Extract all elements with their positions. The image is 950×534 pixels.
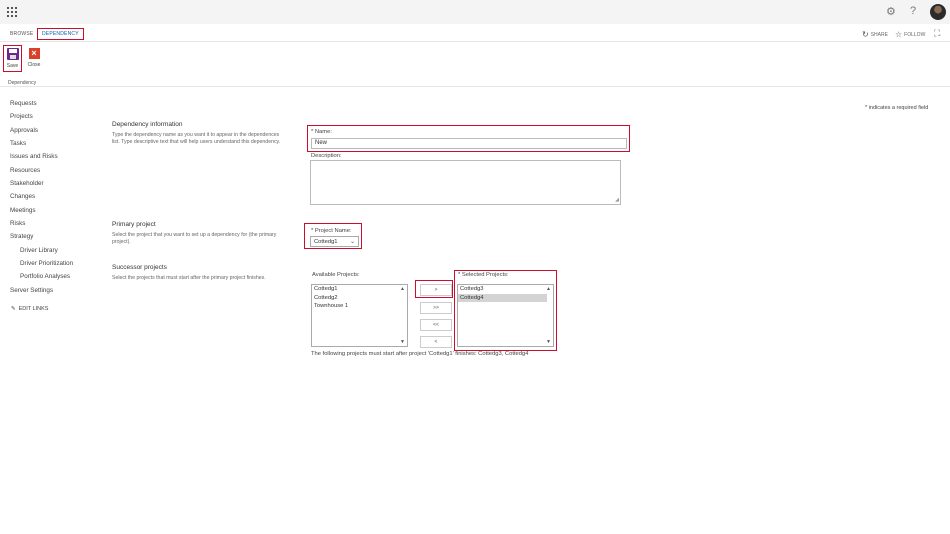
- selected-projects-list[interactable]: Cottedg3 Cottedg4 ▲ ▼: [457, 284, 554, 347]
- suite-bar: ⚙ ?: [0, 0, 950, 24]
- nav-item-risks[interactable]: Risks: [10, 219, 73, 232]
- project-name-value: Cottedg1: [314, 238, 338, 245]
- list-item-selected[interactable]: Cottedg4: [458, 293, 547, 302]
- nav-item-issues-and-risks[interactable]: Issues and Risks: [10, 152, 73, 165]
- selected-projects-label: * Selected Projects:: [458, 272, 509, 278]
- follow-label: FOLLOW: [904, 31, 926, 38]
- primary-project-title: Primary project: [112, 221, 156, 228]
- save-icon: [6, 48, 19, 60]
- edit-links[interactable]: ✎ EDIT LINKS: [11, 306, 48, 312]
- left-nav: Requests Projects Approvals Tasks Issues…: [10, 99, 73, 299]
- scroll-up-icon[interactable]: ▲: [400, 286, 405, 292]
- focus-content-icon[interactable]: ⛶: [934, 28, 940, 39]
- ribbon-tabs: BROWSE DEPENDENCY ↻ SHARE ☆ FOLLOW ⛶: [0, 28, 950, 42]
- pencil-icon: ✎: [11, 306, 16, 312]
- nav-item-stakeholder[interactable]: Stakeholder: [10, 179, 73, 192]
- gear-icon[interactable]: ⚙: [886, 5, 896, 18]
- avatar[interactable]: [930, 4, 946, 20]
- share-icon: ↻: [862, 30, 869, 39]
- nav-item-driver-library[interactable]: Driver Library: [10, 246, 73, 259]
- name-field[interactable]: New: [311, 138, 627, 149]
- add-all-button[interactable]: >>: [420, 302, 452, 314]
- nav-item-projects[interactable]: Projects: [10, 112, 73, 125]
- scroll-up-icon[interactable]: ▲: [546, 286, 551, 292]
- close-label: Close: [27, 62, 41, 68]
- nav-item-changes[interactable]: Changes: [10, 192, 73, 205]
- description-field[interactable]: ◢: [310, 160, 621, 205]
- follow-button[interactable]: ☆ FOLLOW: [895, 30, 925, 39]
- share-button[interactable]: ↻ SHARE: [862, 30, 888, 39]
- help-icon[interactable]: ?: [910, 5, 916, 17]
- scroll-down-icon[interactable]: ▼: [546, 339, 551, 345]
- dependency-info-desc: Type the dependency name as you want it …: [112, 132, 281, 146]
- chevron-down-icon: ⌄: [350, 238, 355, 245]
- app-launcher-icon[interactable]: [7, 7, 17, 17]
- tab-dependency[interactable]: DEPENDENCY: [37, 28, 84, 40]
- available-projects-list[interactable]: Cottedg1 Cottedg2 Townhouse 1 ▲ ▼: [311, 284, 408, 347]
- ribbon: Save × Close Dependency: [0, 42, 950, 87]
- share-label: SHARE: [870, 31, 888, 38]
- close-button[interactable]: × Close: [25, 45, 43, 72]
- primary-project-desc: Select the project that you want to set …: [112, 232, 277, 246]
- list-item[interactable]: Cottedg2: [312, 294, 407, 303]
- required-note: * indicates a required field: [865, 105, 929, 111]
- name-label: * Name:: [311, 129, 332, 135]
- nav-item-resources[interactable]: Resources: [10, 166, 73, 179]
- add-button[interactable]: >: [420, 284, 452, 296]
- successor-projects-title: Successor projects: [112, 264, 167, 271]
- resize-handle-icon[interactable]: ◢: [615, 197, 619, 203]
- nav-item-server-settings[interactable]: Server Settings: [10, 286, 73, 299]
- tab-browse[interactable]: BROWSE: [6, 29, 37, 39]
- nav-item-approvals[interactable]: Approvals: [10, 126, 73, 139]
- remove-all-button[interactable]: <<: [420, 319, 452, 331]
- list-item[interactable]: Cottedg1: [312, 285, 407, 294]
- dependency-info-title: Dependency information: [112, 121, 183, 128]
- nav-item-portfolio-analyses[interactable]: Portfolio Analyses: [10, 272, 73, 285]
- nav-item-meetings[interactable]: Meetings: [10, 206, 73, 219]
- description-label: Description:: [311, 153, 342, 159]
- nav-item-requests[interactable]: Requests: [10, 99, 73, 112]
- nav-item-driver-prioritization[interactable]: Driver Prioritization: [10, 259, 73, 272]
- scroll-down-icon[interactable]: ▼: [400, 339, 405, 345]
- star-icon: ☆: [895, 30, 903, 39]
- project-name-label: * Project Name:: [311, 228, 352, 234]
- list-item[interactable]: Cottedg3: [458, 285, 553, 294]
- successor-summary: The following projects must start after …: [311, 351, 529, 357]
- ribbon-group-label: Dependency: [8, 80, 37, 86]
- successor-projects-desc: Select the projects that must start afte…: [112, 275, 266, 281]
- save-button[interactable]: Save: [3, 45, 22, 72]
- edit-links-label: EDIT LINKS: [18, 306, 49, 312]
- nav-item-tasks[interactable]: Tasks: [10, 139, 73, 152]
- remove-button[interactable]: <: [420, 336, 452, 348]
- close-icon: ×: [28, 48, 40, 59]
- list-item[interactable]: Townhouse 1: [312, 302, 407, 311]
- save-label: Save: [6, 63, 19, 69]
- nav-item-strategy[interactable]: Strategy: [10, 232, 73, 245]
- project-name-select[interactable]: Cottedg1 ⌄: [310, 236, 359, 247]
- available-projects-label: Available Projects:: [312, 272, 360, 278]
